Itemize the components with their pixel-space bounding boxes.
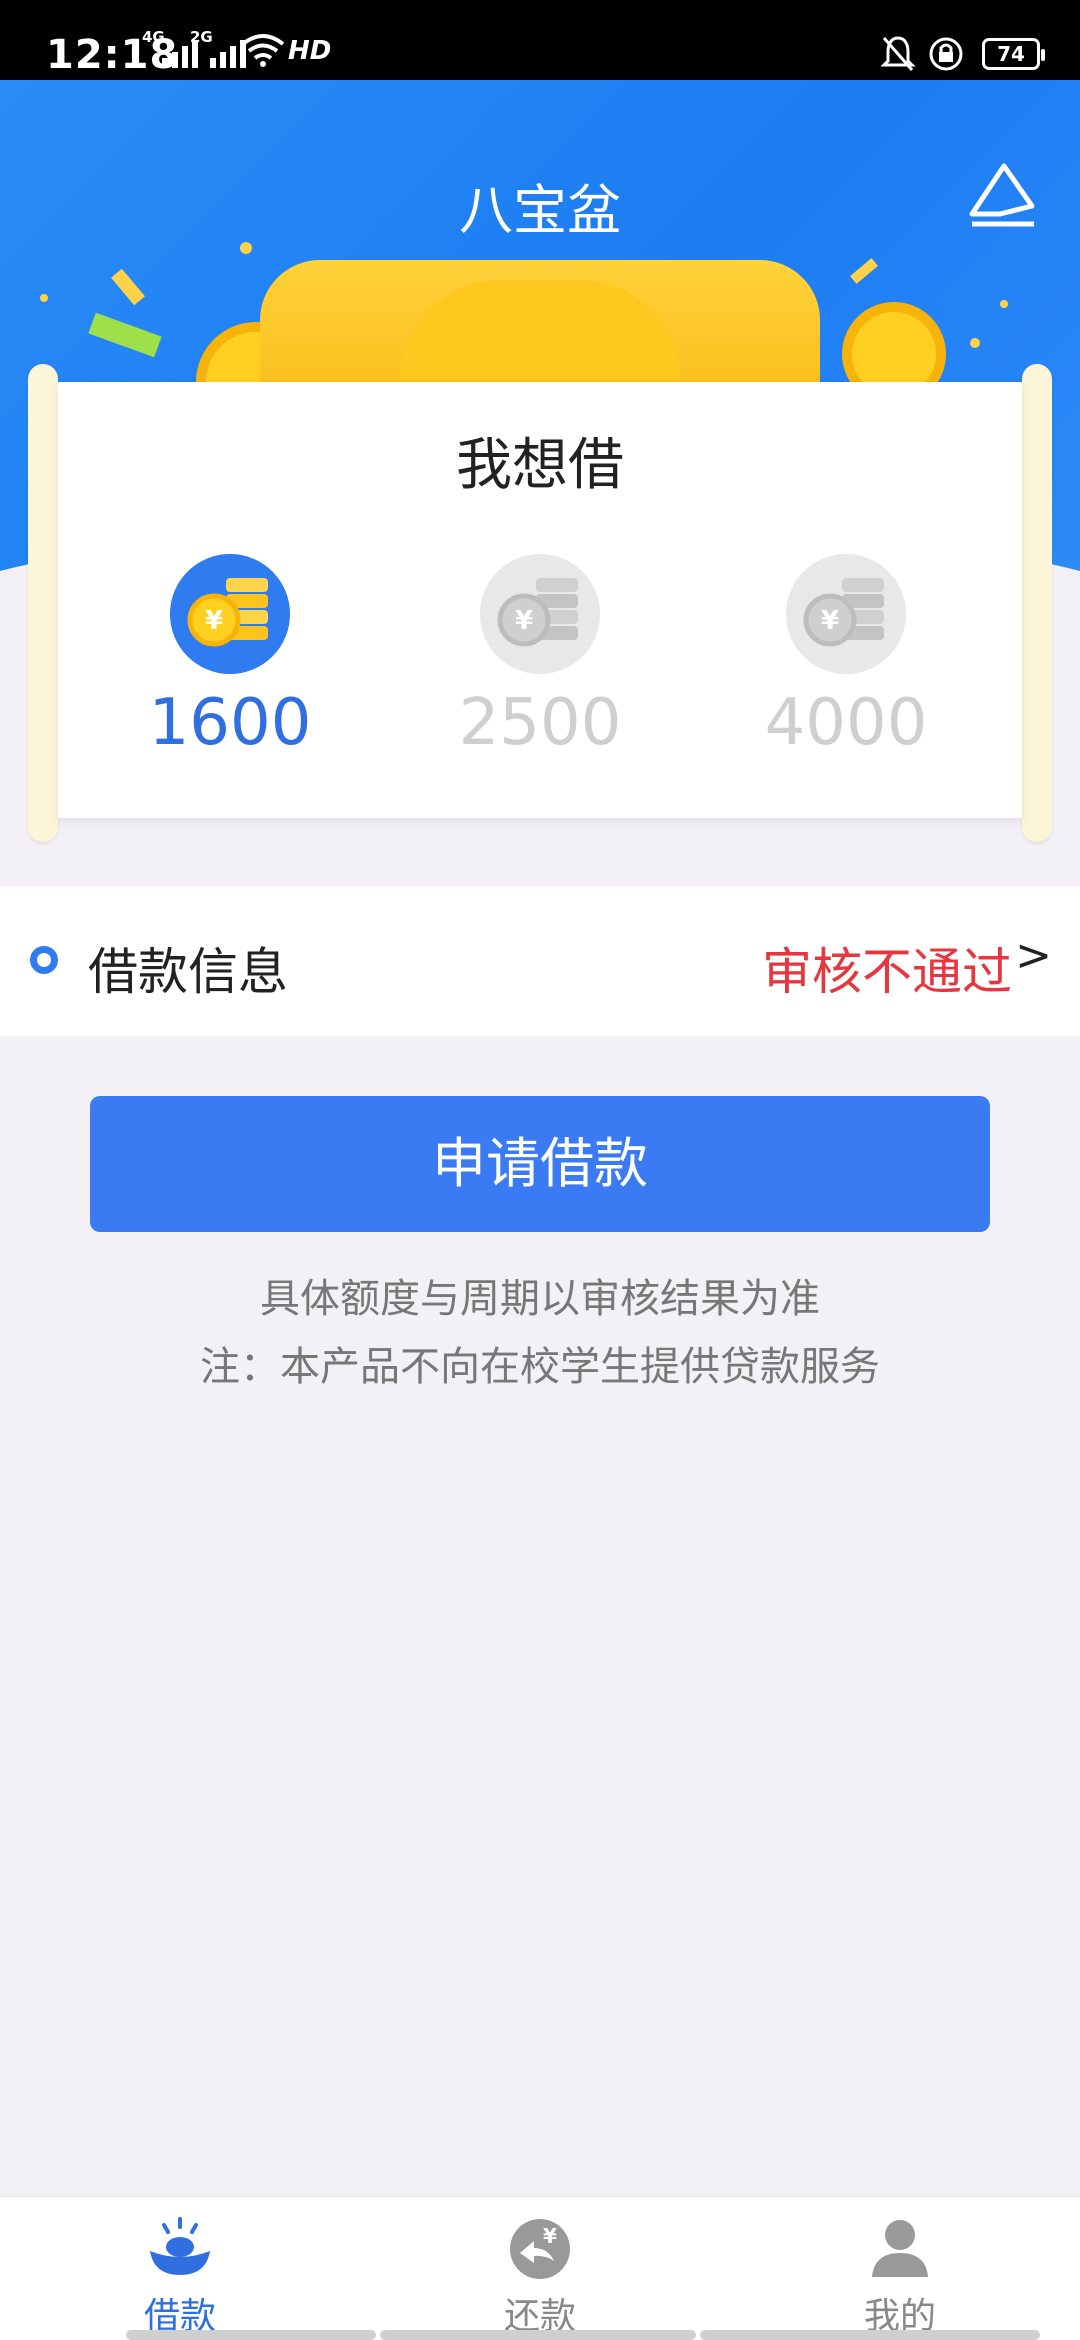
loan-info-row[interactable]: 借款信息 审核不通过 > <box>0 886 1080 1036</box>
svg-text:¥: ¥ <box>821 606 839 636</box>
wifi-icon <box>241 34 285 67</box>
bottom-tab-bar: 借款 ¥ 还款 我的 <box>0 2196 1080 2340</box>
confetti-decoration <box>850 258 878 284</box>
amount-option-2500[interactable]: ¥ 2500 <box>450 554 630 794</box>
sim1-label: 4G <box>142 28 165 46</box>
gesture-indicator <box>380 2330 696 2340</box>
confetti-decoration <box>111 268 145 306</box>
note-students: 注：本产品不向在校学生提供贷款服务 <box>200 1344 880 1390</box>
coin-stack-icon: ¥ <box>170 554 290 674</box>
scroll-rod-right <box>1022 364 1052 842</box>
amount-value: 1600 <box>148 686 312 760</box>
amount-option-1600[interactable]: ¥ 1600 <box>140 554 320 794</box>
coin-stack-icon: ¥ <box>786 554 906 674</box>
confetti-decoration <box>1000 300 1008 308</box>
tab-borrow[interactable]: 借款 <box>0 2197 360 2340</box>
bell-muted-icon <box>880 36 916 71</box>
sim2-label: 2G <box>190 28 213 46</box>
amount-option-4000[interactable]: ¥ 4000 <box>756 554 936 794</box>
tab-repay[interactable]: ¥ 还款 <box>360 2197 720 2340</box>
profile-icon <box>872 2220 928 2277</box>
gesture-indicator <box>700 2330 1040 2340</box>
tab-mine[interactable]: 我的 <box>720 2197 1080 2340</box>
confetti-decoration <box>88 312 162 358</box>
battery-indicator: 74 <box>982 38 1045 70</box>
apply-loan-button[interactable]: 申请借款 <box>90 1096 990 1232</box>
svg-text:¥: ¥ <box>205 606 223 636</box>
note-quota: 具体额度与周期以审核结果为准 <box>260 1276 820 1322</box>
borrow-amount-card: 我想借 ¥ 1600 ¥ 2500 ¥ 4000 <box>58 382 1022 818</box>
app-title: 八宝盆 <box>459 179 621 242</box>
svg-text:¥: ¥ <box>543 2224 557 2248</box>
bullet-dot-icon <box>30 946 58 974</box>
confetti-decoration <box>40 294 48 302</box>
confetti-decoration <box>970 338 980 348</box>
screen: 12:18 4G 2G HD 74 八宝盆 我想借 ¥ 1600 ¥ 2500 … <box>0 0 1080 2340</box>
scroll-rod-left <box>28 364 58 842</box>
lock-rotation-icon <box>929 37 963 71</box>
coin-stack-icon: ¥ <box>480 554 600 674</box>
edit-icon[interactable] <box>966 158 1040 230</box>
ingot-icon <box>150 2217 210 2275</box>
hd-indicator: HD <box>288 36 332 66</box>
gesture-indicator <box>126 2330 376 2340</box>
chevron-right-icon: > <box>1015 930 1052 981</box>
status-right: 74 <box>880 34 1045 74</box>
status-bar: 12:18 4G 2G HD 74 <box>0 0 1080 80</box>
loan-info-label: 借款信息 <box>88 943 288 1001</box>
card-title: 我想借 <box>456 433 624 498</box>
amount-value: 2500 <box>458 686 622 760</box>
svg-text:¥: ¥ <box>515 606 533 636</box>
review-status: 审核不通过 <box>762 943 1012 1001</box>
amount-value: 4000 <box>764 686 928 760</box>
repay-icon: ¥ <box>510 2219 570 2279</box>
